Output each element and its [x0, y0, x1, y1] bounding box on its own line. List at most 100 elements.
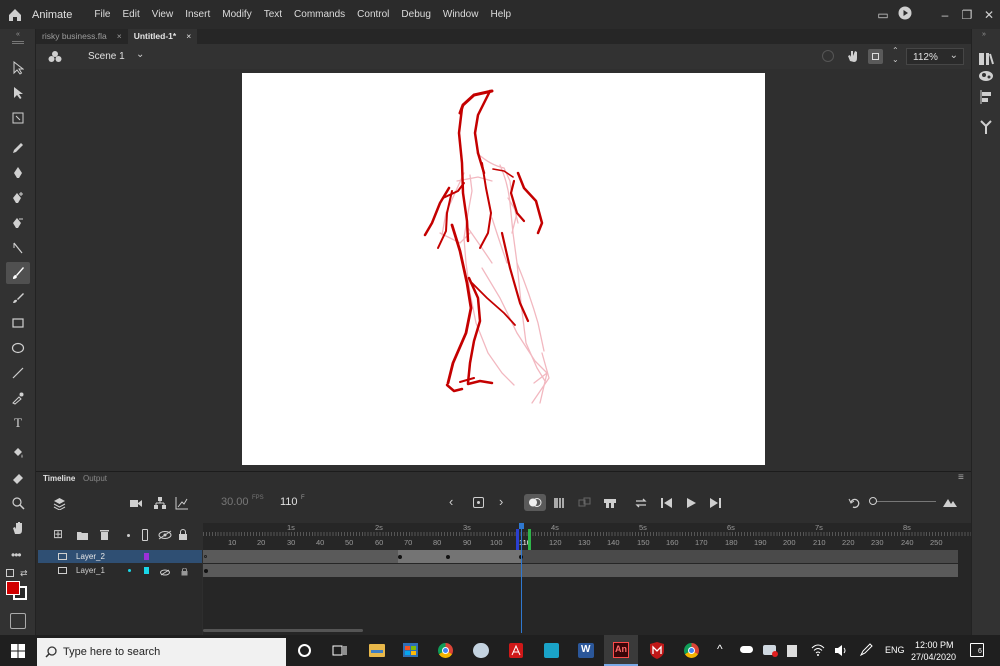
animate-taskbar-item[interactable]: An — [604, 635, 638, 666]
tray-doc-icon[interactable] — [787, 645, 797, 657]
menu-insert[interactable]: Insert — [185, 9, 210, 20]
new-layer-icon[interactable]: ⊞ — [53, 527, 63, 541]
menu-modify[interactable]: Modify — [222, 9, 251, 20]
layer-color-swatch[interactable] — [144, 567, 149, 574]
task-view-icon[interactable] — [332, 644, 348, 661]
oval-tool-icon[interactable] — [6, 337, 30, 359]
menu-edit[interactable]: Edit — [122, 9, 139, 20]
object-drawing-icon[interactable] — [10, 613, 26, 629]
fps-value[interactable]: 30.00 — [221, 496, 249, 508]
layer-row[interactable]: Layer_2 — [38, 550, 202, 563]
more-tools-icon[interactable]: ••• — [11, 548, 22, 562]
windows-start-icon[interactable] — [11, 644, 25, 661]
convert-anchor-icon[interactable] — [6, 237, 30, 259]
acrobat-icon[interactable] — [509, 643, 523, 658]
properties-icon[interactable] — [978, 51, 994, 67]
chrome-profile-icon[interactable] — [684, 643, 699, 658]
app-cyan-icon[interactable] — [544, 643, 559, 658]
brush-tool-icon[interactable] — [6, 262, 30, 284]
outline-layers-icon[interactable] — [142, 529, 148, 541]
clock-date[interactable]: 27/04/2020 — [911, 652, 956, 662]
home-icon[interactable] — [4, 4, 26, 26]
paint-bucket-icon[interactable] — [6, 442, 30, 464]
play-icon[interactable] — [685, 497, 697, 512]
pencil-tool-icon[interactable] — [6, 137, 30, 159]
zoom-slider-thumb[interactable] — [869, 497, 877, 505]
add-anchor-icon[interactable] — [6, 187, 30, 209]
layer-color-swatch[interactable] — [144, 553, 149, 560]
camera-icon[interactable] — [129, 497, 143, 512]
tab-output[interactable]: Output — [83, 474, 107, 483]
free-transform-tool-icon[interactable] — [6, 107, 30, 129]
app-icon[interactable] — [473, 643, 489, 658]
tab-close-icon[interactable]: × — [117, 29, 122, 44]
layer1-frame-span[interactable] — [203, 564, 958, 577]
keyframe-empty[interactable] — [204, 555, 207, 558]
cortana-icon[interactable] — [298, 644, 311, 657]
step-forward-icon[interactable] — [709, 497, 723, 512]
pen-workspace-icon[interactable] — [859, 643, 873, 660]
current-frame[interactable]: 110 — [280, 496, 298, 508]
layer-name[interactable]: Layer_1 — [76, 564, 105, 577]
frames-area[interactable]: 1s 2s 3s 4s 5s 6s 7s 8s 10 20 30 40 50 6… — [203, 523, 971, 636]
visibility-icon[interactable] — [158, 530, 172, 543]
volume-icon[interactable] — [834, 644, 848, 660]
zoom-tool-icon[interactable] — [6, 492, 30, 514]
rotation-icon[interactable] — [846, 49, 860, 66]
layer-parenting-icon[interactable] — [153, 496, 167, 513]
restore-icon[interactable]: ❐ — [956, 8, 978, 22]
mcafee-icon[interactable] — [649, 642, 665, 662]
edit-symbols-icon[interactable] — [48, 50, 62, 66]
minimize-icon[interactable]: – — [934, 8, 956, 22]
highlight-dot[interactable] — [128, 569, 131, 572]
selection-tool-icon[interactable] — [6, 57, 30, 79]
lock-icon[interactable] — [178, 528, 188, 544]
onion-skin-end-marker[interactable] — [528, 529, 531, 550]
tab-timeline[interactable]: Timeline — [43, 474, 75, 483]
insert-keyframe-icon[interactable] — [473, 497, 484, 508]
onion-skin-start-marker[interactable] — [516, 529, 519, 550]
panel-menu-icon[interactable]: ≡ — [958, 472, 964, 483]
layer-row[interactable]: Layer_1 — [38, 564, 202, 577]
default-colors-icon[interactable] — [6, 569, 14, 577]
layer2-frame-span-a[interactable] — [203, 550, 398, 563]
eyedropper-tool-icon[interactable] — [6, 387, 30, 409]
undo-zoom-icon[interactable] — [848, 497, 861, 512]
layer-lock-icon[interactable] — [181, 567, 188, 580]
expand-panels-icon[interactable]: » — [982, 31, 986, 38]
fit-timeline-icon[interactable] — [942, 496, 958, 511]
layers-icon[interactable] — [53, 497, 66, 513]
tween-icon[interactable] — [603, 497, 617, 512]
new-folder-icon[interactable] — [76, 530, 89, 544]
menu-file[interactable]: File — [94, 9, 110, 20]
menu-view[interactable]: View — [152, 9, 174, 20]
eraser-tool-icon[interactable] — [6, 467, 30, 489]
onion-skin-button[interactable] — [524, 494, 546, 511]
menu-commands[interactable]: Commands — [294, 9, 345, 20]
delete-layer-icon[interactable] — [99, 529, 110, 544]
menu-text[interactable]: Text — [264, 9, 282, 20]
keyframe[interactable] — [446, 555, 450, 559]
word-icon[interactable]: W — [578, 643, 594, 658]
tab-close-icon[interactable]: × — [186, 29, 191, 44]
layer-name[interactable]: Layer_2 — [76, 550, 105, 563]
timeline-scrollbar[interactable] — [203, 629, 363, 632]
graph-icon[interactable] — [175, 496, 189, 513]
taskbar-search[interactable]: Type here to search — [37, 638, 286, 666]
tab-untitled-1[interactable]: Untitled-1* × — [127, 29, 198, 44]
stage-canvas[interactable] — [242, 73, 765, 465]
close-icon[interactable]: ✕ — [978, 8, 1000, 22]
scene-name[interactable]: Scene 1 — [88, 51, 125, 62]
keyframe[interactable] — [398, 555, 402, 559]
notifications-icon[interactable]: 6 — [970, 643, 984, 657]
next-keyframe-icon[interactable]: › — [499, 494, 503, 509]
prev-keyframe-icon[interactable]: ‹ — [449, 494, 453, 509]
center-stage-icon[interactable] — [822, 50, 834, 62]
menu-control[interactable]: Control — [357, 9, 389, 20]
tray-app-icon[interactable] — [763, 645, 778, 657]
tab-risky-business[interactable]: risky business.fla × — [36, 29, 128, 44]
paint-brush-tool-icon[interactable] — [6, 287, 30, 309]
menu-window[interactable]: Window — [443, 9, 479, 20]
tray-chevron-icon[interactable]: ^ — [717, 642, 723, 656]
step-back-icon[interactable] — [660, 497, 674, 512]
